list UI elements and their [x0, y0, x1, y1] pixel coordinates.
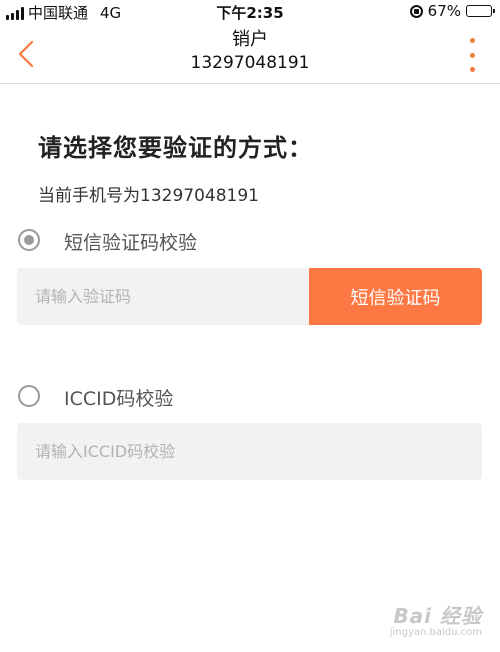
sms-option-label[interactable]: 短信验证码校验	[64, 228, 197, 255]
current-phone-text: 当前手机号为13297048191	[38, 186, 259, 206]
status-right: 67%	[409, 2, 495, 20]
send-sms-code-button[interactable]: 短信验证码	[309, 268, 482, 325]
watermark-url: jingyan.baidu.com	[389, 627, 482, 638]
page-title: 销户	[232, 29, 268, 50]
iccid-option-radio[interactable]	[18, 385, 40, 407]
sms-code-input[interactable]	[17, 268, 309, 325]
rotation-lock-icon	[409, 4, 423, 18]
iccid-input[interactable]	[17, 423, 482, 480]
more-dot-icon	[469, 38, 475, 43]
baidu-jingyan-watermark: Bai 经验 jingyan.baidu.com	[390, 600, 482, 638]
page-subtitle: 13297048191	[190, 53, 310, 73]
more-dot-icon	[469, 52, 475, 58]
more-button[interactable]	[462, 38, 482, 72]
battery-icon	[466, 5, 495, 17]
status-bar: 中国联通 4G 下午2:35 67%	[0, 0, 500, 24]
verification-heading: 请选择您要验证的方式：	[38, 134, 313, 162]
nav-bar: 销户 13297048191	[0, 24, 500, 84]
more-dot-icon	[469, 67, 475, 72]
watermark-logo-text: Bai 经验	[393, 604, 482, 628]
sms-option-radio[interactable]	[18, 229, 40, 251]
battery-percent: 67%	[427, 2, 461, 20]
iccid-option-label[interactable]: ICCID码校验	[64, 384, 173, 411]
